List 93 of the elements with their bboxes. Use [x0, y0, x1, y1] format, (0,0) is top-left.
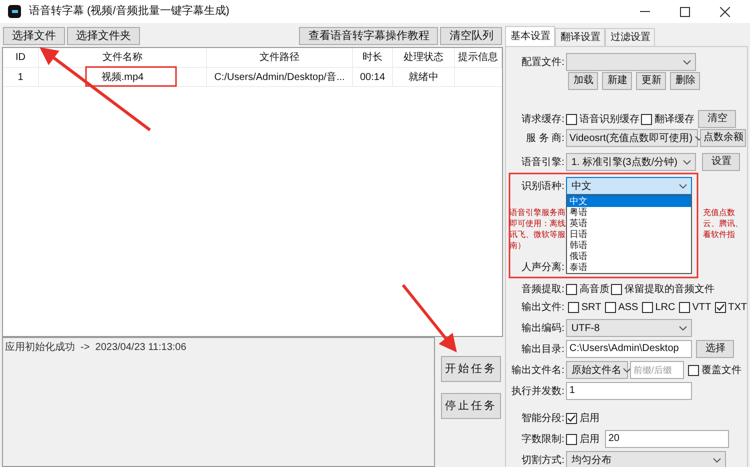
checkbox[interactable]: TXT — [715, 300, 747, 314]
field-label: 智能分段: — [520, 412, 564, 426]
input-field[interactable]: C:\Users\Admin\Desktop — [566, 340, 692, 358]
dropdown-option[interactable]: 俄语 — [567, 251, 692, 262]
button[interactable]: 选择 — [696, 340, 734, 358]
input-field[interactable]: 20 — [605, 430, 730, 448]
dropdown-option[interactable]: 中文 — [567, 196, 692, 207]
button[interactable]: 清空 — [698, 110, 736, 128]
window-title: 语音转字幕 (视频/音频批量一键字幕生成) — [29, 4, 230, 20]
task-button[interactable]: 开始任务 — [441, 356, 501, 382]
annotation-arrow — [402, 284, 457, 352]
checkbox[interactable]: VTT — [679, 300, 712, 314]
app-logo-icon — [8, 5, 21, 18]
settings-tab[interactable]: 翻译设置 — [555, 28, 606, 46]
dropdown[interactable]: UTF-8 — [566, 319, 692, 337]
checkbox[interactable]: 启用 — [566, 432, 600, 446]
input-field[interactable]: 前缀/后缀 — [630, 361, 684, 379]
field-label: 字数限制: — [520, 432, 564, 446]
checkbox[interactable]: ASS — [605, 300, 638, 314]
dropdown[interactable]: 1. 标准引擎(3点数/分钟) — [566, 153, 696, 171]
log-line: 应用初始化成功 -> 2023/04/23 11:13:06 — [5, 340, 188, 355]
button[interactable]: 查看语音转字幕操作教程 — [299, 27, 438, 45]
table-cell: 1 — [3, 68, 39, 87]
field-label: 输出文件: — [520, 300, 564, 314]
field-label: 语音引擎: — [520, 156, 564, 170]
checkbox[interactable]: 覆盖文件 — [688, 362, 742, 378]
field-label: 人声分离: — [520, 260, 564, 274]
field-label: 输出编码: — [520, 322, 564, 336]
field-label: 输出目录: — [520, 342, 564, 356]
field-label: 输出文件名: — [510, 364, 564, 378]
notice-text: 语音引擎服务商 — [509, 207, 566, 218]
notice-text: 看软件指 — [703, 229, 736, 240]
dropdown[interactable]: Videosrt(充值点数即可使用) — [566, 129, 698, 147]
table-cell: 00:14 — [353, 68, 393, 87]
chevron-down-icon — [679, 326, 688, 330]
checkbox[interactable]: LRC — [642, 300, 676, 314]
chevron-down-icon — [679, 184, 688, 188]
notice-text: 充值点数 — [703, 207, 736, 218]
notice-text: 即可使用：离线 — [509, 218, 566, 229]
field-label: 切割方式: — [520, 454, 564, 467]
column-header: 处理状态 — [393, 48, 455, 68]
table-cell: C:/Users/Admin/Desktop/音... — [207, 68, 353, 87]
settings-tab[interactable]: 基本设置 — [505, 26, 556, 46]
button[interactable]: 更新 — [636, 72, 666, 90]
button[interactable]: 选择文件夹 — [67, 27, 140, 45]
chevron-down-icon — [623, 368, 632, 372]
column-header: 文件名称 — [39, 48, 207, 68]
dropdown-option[interactable]: 粤语 — [567, 207, 692, 218]
column-header: 时长 — [353, 48, 393, 68]
field-label: 服 务 商: — [525, 132, 564, 146]
dropdown[interactable]: 均匀分布 — [566, 451, 726, 467]
settings-tab[interactable]: 过滤设置 — [605, 28, 656, 46]
task-button[interactable]: 停止任务 — [441, 393, 501, 419]
table-cell: 就绪中 — [393, 68, 455, 87]
chevron-down-icon — [683, 160, 692, 164]
chevron-down-icon — [713, 458, 722, 462]
close-icon[interactable] — [720, 6, 730, 16]
button[interactable]: 设置 — [702, 153, 740, 171]
button[interactable]: 点数余额 — [700, 129, 746, 147]
checkbox[interactable]: 保留提取的音频文件 — [611, 282, 714, 296]
dropdown-option[interactable]: 日语 — [567, 229, 692, 240]
table-cell: 视频.mp4 — [39, 68, 207, 87]
column-header: 提示信息 — [455, 48, 502, 68]
checkbox[interactable]: 语音识别缓存 — [566, 112, 640, 126]
button[interactable]: 选择文件 — [3, 27, 65, 45]
field-label: 配置文件: — [520, 56, 564, 70]
field-label: 执行并发数: — [510, 384, 564, 398]
notice-text: 云、腾讯、 — [703, 218, 743, 229]
dropdown-option[interactable]: 泰语 — [567, 262, 692, 273]
checkbox[interactable]: 启用 — [566, 410, 600, 426]
dropdown-option[interactable]: 英语 — [567, 218, 692, 229]
check-icon — [567, 414, 576, 422]
chevron-down-icon — [683, 60, 692, 64]
column-header: 文件路径 — [207, 48, 353, 68]
field-label: 识别语种: — [520, 180, 564, 194]
notice-text: 南） — [509, 240, 526, 251]
dropdown[interactable]: 中文 — [566, 177, 692, 195]
checkbox[interactable]: 翻译缓存 — [641, 112, 694, 126]
field-label: 请求缓存: — [520, 112, 564, 126]
dropdown[interactable]: 原始文件名 — [566, 361, 628, 379]
field-label: 音频提取: — [520, 282, 564, 296]
input-field[interactable]: 1 — [566, 382, 692, 400]
button[interactable]: 删除 — [670, 72, 700, 90]
check-icon — [716, 302, 726, 312]
button[interactable]: 新建 — [602, 72, 632, 90]
column-header: ID — [3, 48, 39, 68]
button[interactable]: 加载 — [568, 72, 598, 90]
checkbox[interactable]: 高音质 — [566, 282, 610, 296]
notice-text: 讯飞、微软等服 — [509, 229, 566, 240]
button[interactable]: 清空队列 — [440, 27, 502, 45]
checkbox[interactable]: SRT — [568, 300, 602, 314]
dropdown-option[interactable]: 韩语 — [567, 240, 692, 251]
maximize-icon[interactable] — [680, 6, 690, 16]
